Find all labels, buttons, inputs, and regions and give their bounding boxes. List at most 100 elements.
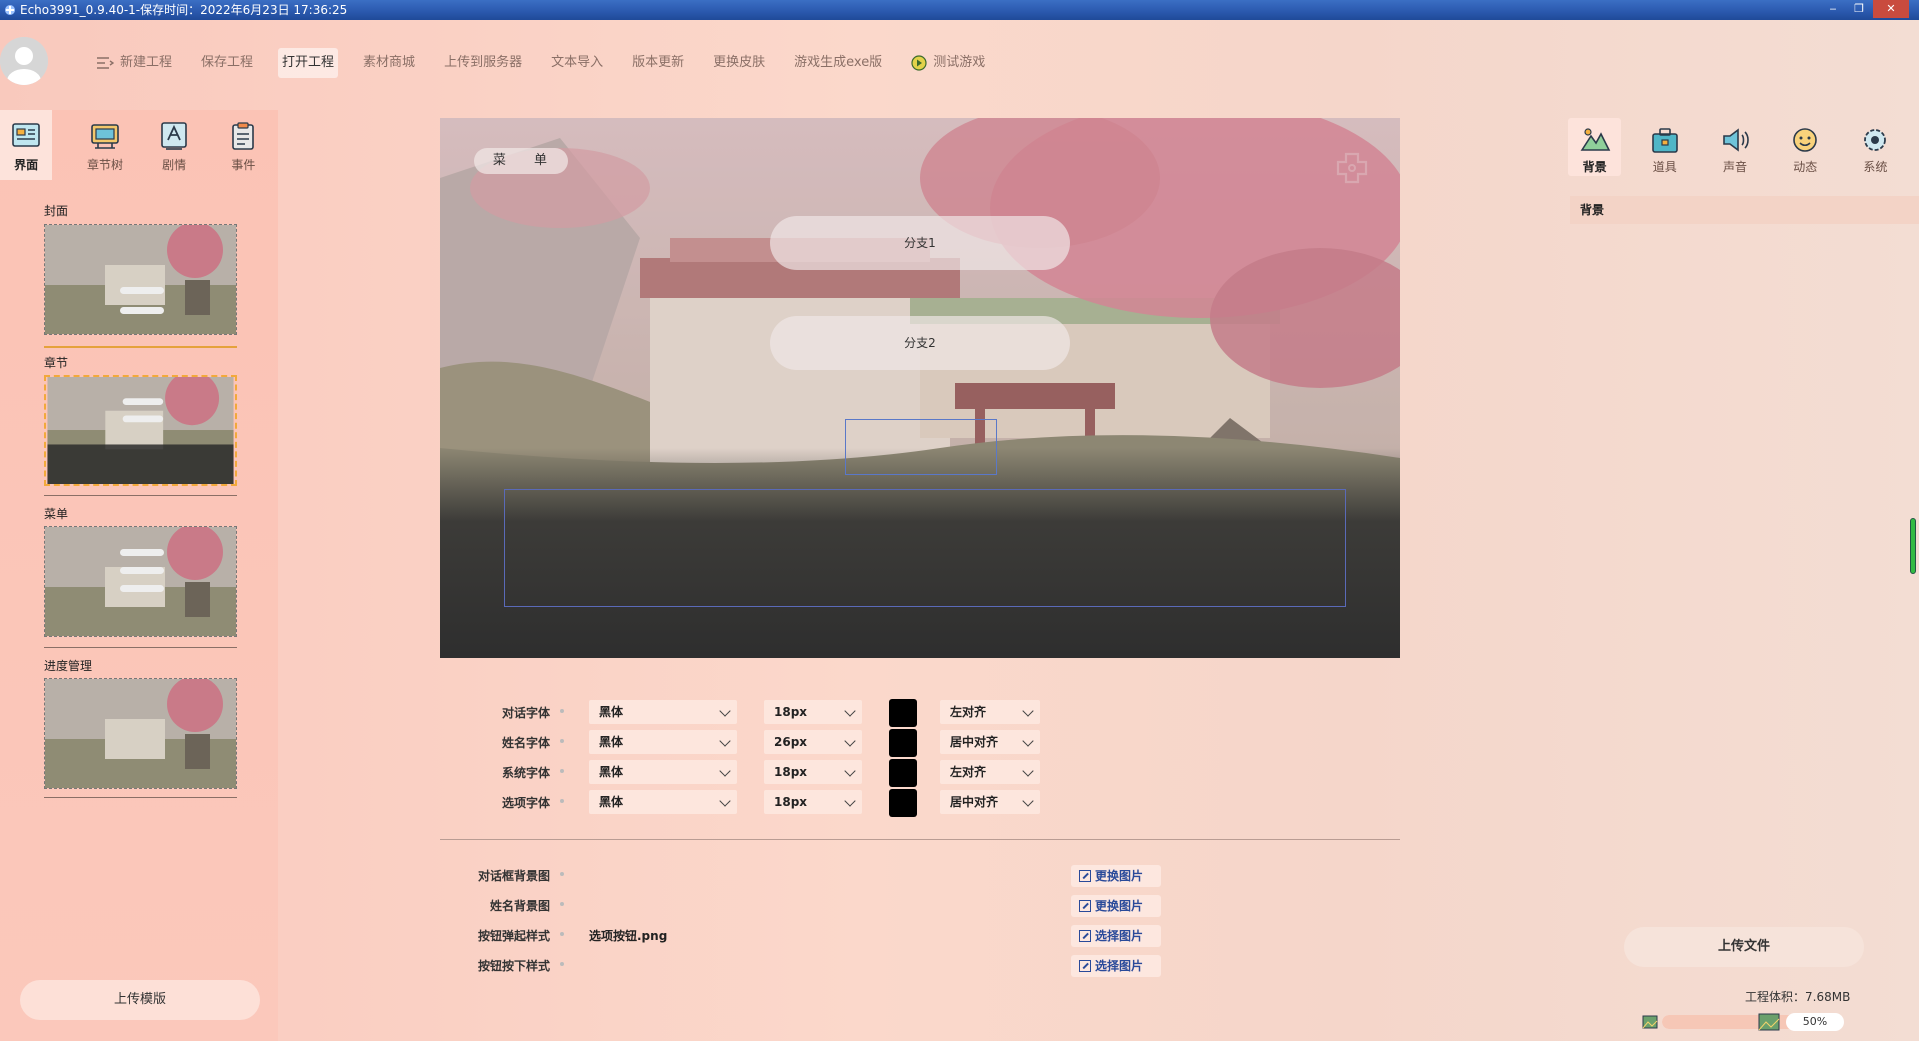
font-color-swatch[interactable] <box>889 759 917 787</box>
font-size-select[interactable]: 26px <box>764 730 862 754</box>
branch-option-2[interactable]: 分支2 <box>770 316 1070 370</box>
select-value: 左对齐 <box>950 705 986 719</box>
chevron-down-icon <box>1022 765 1033 776</box>
interface-icon <box>10 120 42 152</box>
screen-thumbnail-menu[interactable] <box>44 526 237 637</box>
font-setting-row: 对话字体 黑体 18px 左对齐 <box>440 700 1140 726</box>
tab-system[interactable]: 系统 <box>1849 118 1902 176</box>
chevron-down-icon <box>719 735 730 746</box>
text-align-select[interactable]: 居中对齐 <box>940 790 1040 814</box>
tab-label: 事件 <box>231 158 255 172</box>
scrollbar[interactable] <box>1910 518 1916 574</box>
menu-label: 测试游戏 <box>933 48 985 78</box>
restore-button[interactable]: ❐ <box>1847 0 1871 18</box>
thumbnail-divider <box>44 495 237 496</box>
tab-interface[interactable]: 界面 <box>0 110 52 180</box>
left-tabs: 界面 章节树 剧情 事件 <box>0 110 278 180</box>
image-filename: 选项按钮.png <box>589 923 667 949</box>
menu-change-skin[interactable]: 更换皮肤 <box>713 48 765 78</box>
button-label: 更换图片 <box>1095 899 1143 913</box>
user-icon <box>0 37 48 85</box>
select-image-button[interactable]: 选择图片 <box>1071 955 1161 977</box>
gamepad-icon[interactable] <box>1332 148 1372 188</box>
tab-animation[interactable]: 动态 <box>1779 118 1832 176</box>
right-tabs: 背景 道具 声音 动态 系统 <box>1568 118 1919 176</box>
chevron-down-icon <box>1022 735 1033 746</box>
font-size-select[interactable]: 18px <box>764 760 862 784</box>
change-image-button[interactable]: 更换图片 <box>1071 865 1161 887</box>
bullet-dot <box>560 872 564 876</box>
tab-background[interactable]: 背景 <box>1568 118 1621 176</box>
image-icon <box>1079 870 1091 882</box>
top-menu: 新建工程 保存工程 打开工程 素材商城 上传到服务器 文本导入 版本更新 更换皮… <box>96 48 1014 78</box>
window-title: Echo3991_0.9.40-1-保存时间：2022年6月23日 17:36:… <box>20 3 347 17</box>
tab-props[interactable]: 道具 <box>1638 118 1691 176</box>
bullet-dot <box>560 769 564 773</box>
menu-build-exe[interactable]: 游戏生成exe版 <box>794 48 882 78</box>
screen-thumbnail-cover[interactable] <box>44 224 237 335</box>
select-value: 居中对齐 <box>950 735 998 749</box>
sound-icon <box>1719 124 1751 156</box>
button-label: 选择图片 <box>1095 929 1143 943</box>
font-family-select[interactable]: 黑体 <box>589 730 737 754</box>
menu-save-project[interactable]: 保存工程 <box>201 48 253 78</box>
text-align-select[interactable]: 居中对齐 <box>940 730 1040 754</box>
thumbnail-image <box>45 679 237 789</box>
change-image-button[interactable]: 更换图片 <box>1071 895 1161 917</box>
bullet-dot <box>560 709 564 713</box>
select-image-button[interactable]: 选择图片 <box>1071 925 1161 947</box>
font-family-select[interactable]: 黑体 <box>589 700 737 724</box>
thumbnail-divider <box>44 797 237 798</box>
tab-chapter-tree[interactable]: 章节树 <box>70 110 139 180</box>
chevron-down-icon <box>719 795 730 806</box>
screen-thumbnail-progress[interactable] <box>44 678 237 789</box>
stage-preview[interactable]: 菜 单 分支1 分支2 <box>440 118 1400 658</box>
font-color-swatch[interactable] <box>889 729 917 757</box>
text-align-select[interactable]: 左对齐 <box>940 760 1040 784</box>
font-color-swatch[interactable] <box>889 699 917 727</box>
zoom-in-image-icon[interactable] <box>1758 1013 1780 1031</box>
font-color-swatch[interactable] <box>889 789 917 817</box>
branch-option-1[interactable]: 分支1 <box>770 216 1070 270</box>
menu-new-project[interactable]: 新建工程 <box>96 48 172 78</box>
name-box-region[interactable] <box>845 419 997 475</box>
bullet-dot <box>560 902 564 906</box>
background-section-header: 背景 <box>1570 196 1919 224</box>
select-value: 18px <box>774 705 807 719</box>
select-value: 黑体 <box>599 705 623 719</box>
screen-thumbnail-chapter[interactable] <box>44 375 237 486</box>
upload-file-button[interactable]: 上传文件 <box>1624 927 1864 967</box>
font-size-select[interactable]: 18px <box>764 700 862 724</box>
font-setting-label: 姓名字体 <box>440 730 550 756</box>
minimize-button[interactable]: ‒ <box>1821 0 1845 18</box>
screen-title-menu: 菜单 <box>44 505 68 522</box>
font-size-select[interactable]: 18px <box>764 790 862 814</box>
tab-sound[interactable]: 声音 <box>1708 118 1761 176</box>
upload-template-button[interactable]: 上传模版 <box>20 980 260 1020</box>
font-family-select[interactable]: 黑体 <box>589 790 737 814</box>
zoom-out-image-icon[interactable] <box>1642 1015 1658 1029</box>
menu-test-game[interactable]: 测试游戏 <box>911 48 985 78</box>
menu-asset-store[interactable]: 素材商城 <box>363 48 415 78</box>
bullet-dot <box>560 932 564 936</box>
menu-open-project[interactable]: 打开工程 <box>278 48 338 78</box>
tab-story[interactable]: 剧情 <box>140 110 209 180</box>
event-icon <box>227 120 259 152</box>
dialog-box-region[interactable] <box>504 489 1346 607</box>
text-align-select[interactable]: 左对齐 <box>940 700 1040 724</box>
thumbnail-image <box>45 527 237 637</box>
font-setting-label: 对话字体 <box>440 700 550 726</box>
bullet-dot <box>560 799 564 803</box>
stage-menu-button[interactable]: 菜 单 <box>474 148 568 174</box>
avatar[interactable] <box>0 37 48 85</box>
font-setting-row: 系统字体 黑体 18px 左对齐 <box>440 760 1140 786</box>
select-value: 左对齐 <box>950 765 986 779</box>
font-setting-label: 选项字体 <box>440 790 550 816</box>
menu-version-update[interactable]: 版本更新 <box>632 48 684 78</box>
close-button[interactable]: ✕ <box>1873 0 1909 18</box>
tab-event[interactable]: 事件 <box>209 110 278 180</box>
select-value: 黑体 <box>599 795 623 809</box>
menu-text-import[interactable]: 文本导入 <box>551 48 603 78</box>
menu-upload-server[interactable]: 上传到服务器 <box>444 48 522 78</box>
font-family-select[interactable]: 黑体 <box>589 760 737 784</box>
